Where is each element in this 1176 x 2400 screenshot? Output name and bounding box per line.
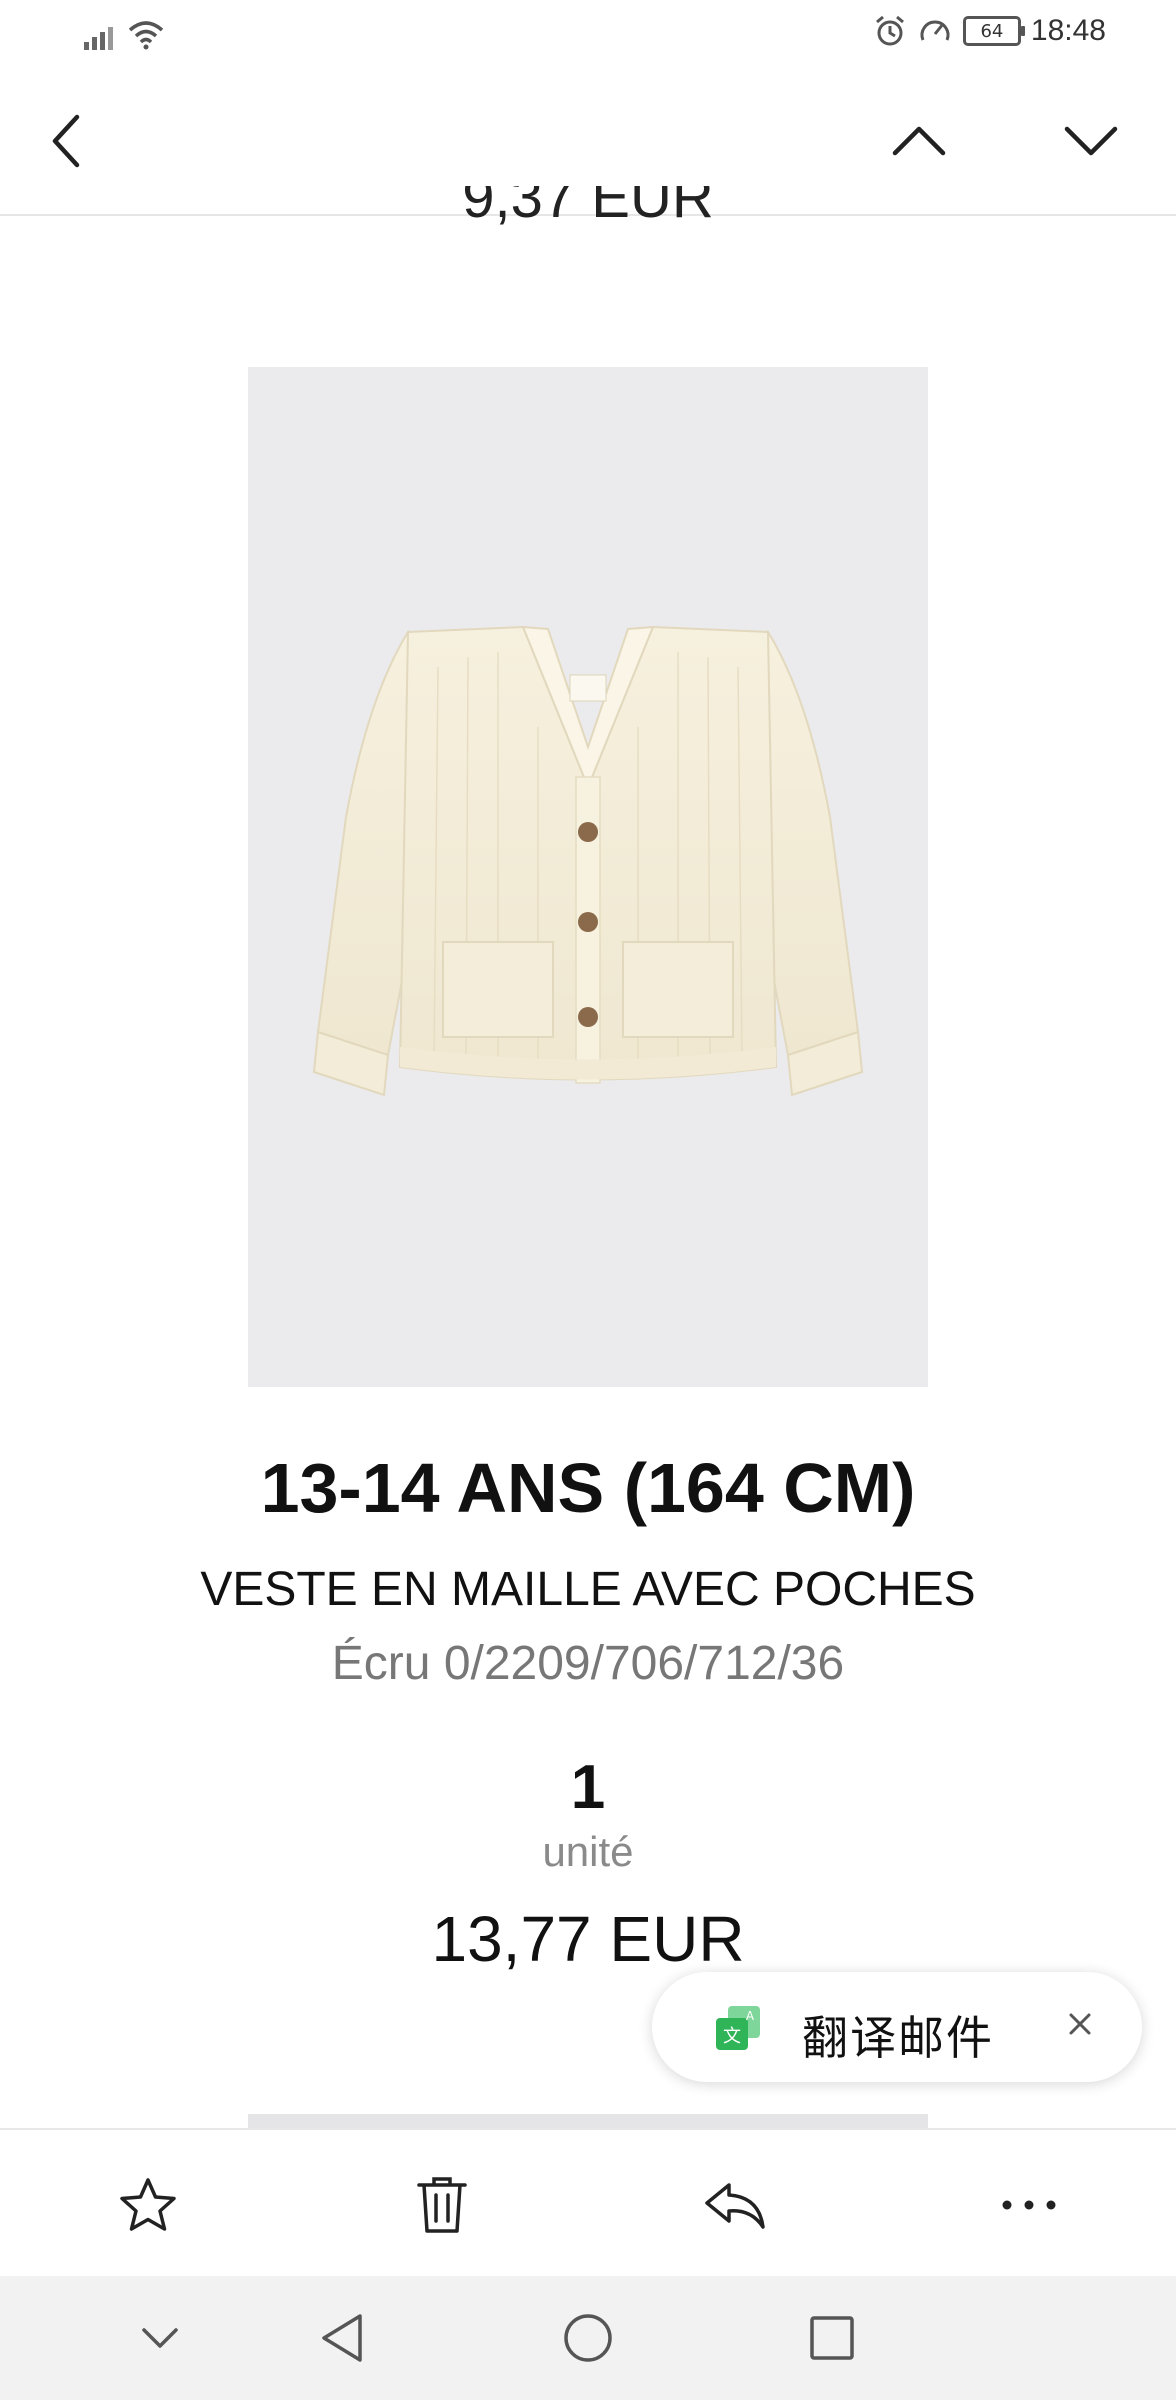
- system-navigation-bar: [0, 2276, 1176, 2400]
- svg-text:A: A: [746, 2009, 755, 2023]
- home-circle-icon: [564, 2314, 612, 2362]
- product-image[interactable]: [248, 367, 928, 1387]
- wifi-icon: [128, 21, 164, 50]
- bottom-toolbar: [0, 2128, 1176, 2278]
- close-translate-button[interactable]: [1058, 2002, 1102, 2046]
- next-message-button[interactable]: [1046, 96, 1136, 186]
- previous-message-button[interactable]: [874, 96, 964, 186]
- product-price: 13,77 EUR: [431, 1903, 745, 1975]
- chevron-up-icon: [892, 126, 946, 156]
- reply-icon: [705, 2183, 765, 2229]
- reply-button[interactable]: [690, 2160, 780, 2250]
- status-bar: 64 18:48: [0, 0, 1176, 70]
- translate-email-label: 翻译邮件: [802, 2011, 994, 2065]
- battery-icon: 64: [962, 16, 1025, 46]
- system-back-button[interactable]: [302, 2298, 382, 2378]
- more-icon: [1002, 2200, 1056, 2210]
- product-name: VESTE EN MAILLE AVEC POCHES: [200, 1563, 976, 1616]
- delete-button[interactable]: [397, 2160, 487, 2250]
- collapse-icon: [142, 2328, 178, 2348]
- previous-item-price: 9,37 EUR: [462, 186, 714, 226]
- collapse-nav-button[interactable]: [120, 2298, 200, 2378]
- data-saver-icon: [920, 20, 950, 41]
- star-button[interactable]: [103, 2160, 193, 2250]
- recents-square-icon: [810, 2316, 854, 2360]
- trash-icon: [417, 2177, 467, 2233]
- signal-icon: [84, 27, 113, 50]
- more-button[interactable]: [984, 2160, 1074, 2250]
- status-right: 64 18:48: [873, 14, 1106, 48]
- battery-level: 64: [980, 20, 1004, 42]
- product-reference: Écru 0/2209/706/712/36: [331, 1637, 845, 1690]
- translate-icon: 文 A: [716, 2006, 760, 2050]
- cardigan-illustration: [312, 625, 864, 1097]
- star-icon: [120, 2178, 176, 2231]
- product-size: 13-14 ANS (164 CM): [260, 1449, 916, 1527]
- quantity-value: 1: [570, 1753, 606, 1822]
- translate-email-chip[interactable]: 文 A 翻译邮件: [652, 1972, 1142, 2082]
- quantity-unit: unité: [542, 1828, 634, 1875]
- close-icon: [1069, 2013, 1091, 2035]
- back-button[interactable]: [22, 96, 112, 186]
- chevron-down-icon: [1064, 126, 1118, 156]
- chevron-left-icon: [52, 114, 80, 168]
- back-triangle-icon: [322, 2314, 362, 2362]
- status-left: [84, 18, 166, 50]
- svg-text:文: 文: [723, 2026, 741, 2047]
- alarm-icon: [875, 15, 904, 46]
- system-recents-button[interactable]: [792, 2298, 872, 2378]
- system-home-button[interactable]: [548, 2298, 628, 2378]
- status-time: 18:48: [1030, 14, 1106, 47]
